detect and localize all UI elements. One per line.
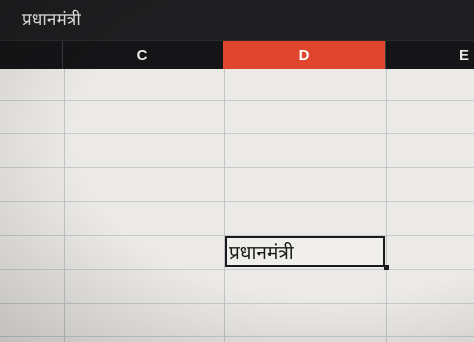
spreadsheet-screen: प्रधानमंत्री C D E प्रधानमंत्री [0, 0, 474, 342]
row-gridline [0, 303, 474, 304]
column-divider[interactable] [385, 41, 386, 69]
column-header-d[interactable]: D [223, 41, 385, 69]
row-gridline [0, 100, 474, 101]
column-gridline [64, 69, 65, 342]
column-divider[interactable] [62, 41, 63, 69]
column-gridline [386, 69, 387, 342]
column-header-e-label: E [458, 46, 469, 64]
column-header-c-label: C [136, 46, 148, 64]
active-cell-d[interactable]: प्रधानमंत्री [225, 236, 385, 267]
row-gridline [0, 133, 474, 134]
column-header-e[interactable]: E [386, 41, 474, 69]
fill-handle[interactable] [384, 265, 389, 270]
column-header-c[interactable]: C [62, 41, 222, 69]
formula-bar[interactable]: प्रधानमंत्री [0, 0, 474, 41]
row-gridline [0, 336, 474, 337]
column-gridline [224, 69, 225, 342]
row-gridline [0, 201, 474, 202]
active-cell-value: प्रधानमंत्री [229, 241, 294, 264]
row-gridline [0, 269, 474, 270]
column-header-row: C D E [0, 41, 474, 69]
column-header-d-label: D [298, 46, 310, 64]
formula-bar-value[interactable]: प्रधानमंत्री [22, 7, 81, 30]
row-gridline [0, 167, 474, 168]
cell-grid[interactable]: प्रधानमंत्री [0, 69, 474, 342]
